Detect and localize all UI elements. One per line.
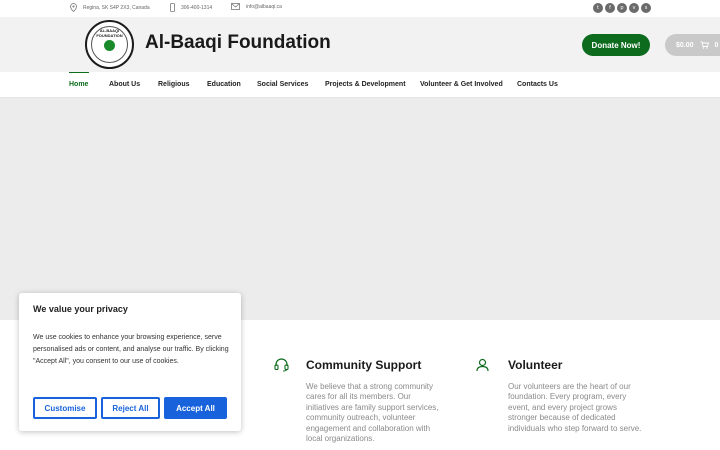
address-info: Regina, SK S4P 2X3, Canada: [70, 3, 150, 12]
cookie-consent-dialog: We value your privacy We use cookies to …: [19, 293, 241, 431]
cart-icon: [700, 41, 709, 49]
nav-about-us[interactable]: About Us: [109, 81, 140, 88]
top-bar: Regina, SK S4P 2X3, Canada 306-400-1314 …: [0, 0, 720, 17]
twitter-icon[interactable]: t: [593, 3, 603, 13]
cart-button[interactable]: $0.00 0: [665, 34, 720, 56]
cart-count: 0: [714, 41, 719, 49]
donate-button[interactable]: Donate Now!: [582, 34, 650, 56]
headset-icon: [274, 358, 289, 372]
cart-total: $0.00: [676, 41, 694, 49]
nav-volunteer[interactable]: Volunteer & Get Involved: [420, 81, 503, 88]
skype-icon[interactable]: s: [641, 3, 651, 13]
cookie-title: We value your privacy: [33, 304, 128, 314]
phone-info[interactable]: 306-400-1314: [170, 3, 212, 12]
nav-education[interactable]: Education: [207, 81, 241, 88]
phone-icon: [170, 3, 175, 12]
reject-all-button[interactable]: Reject All: [101, 397, 160, 419]
feature-title: Volunteer: [508, 358, 563, 372]
facebook-icon[interactable]: f: [605, 3, 615, 13]
nav-home[interactable]: Home: [69, 81, 88, 88]
accept-all-button[interactable]: Accept All: [164, 397, 227, 419]
feature-text: Our volunteers are the heart of our foun…: [508, 382, 642, 433]
envelope-icon: [231, 3, 240, 10]
main-nav: Home About Us Religious Education Social…: [0, 72, 720, 98]
active-indicator: [69, 72, 89, 73]
cookie-body: We use cookies to enhance your browsing …: [33, 334, 229, 365]
location-pin-icon: [70, 3, 77, 12]
email-info[interactable]: info@albaaqi.ca: [231, 3, 282, 10]
hero-banner: [0, 98, 720, 320]
site-brand[interactable]: Al-Baaqi Foundation: [145, 32, 331, 54]
logo-text: AL-BAAQI FOUNDATION: [96, 28, 123, 38]
user-icon: [476, 358, 489, 372]
social-links: t f p v s: [593, 3, 651, 13]
phone-text[interactable]: 306-400-1314: [181, 5, 212, 11]
vimeo-icon[interactable]: v: [629, 3, 639, 13]
feature-text: We believe that a strong community cares…: [306, 382, 439, 444]
nav-religious[interactable]: Religious: [158, 81, 190, 88]
nav-projects-development[interactable]: Projects & Development: [325, 81, 406, 88]
nav-contacts-us[interactable]: Contacts Us: [517, 81, 558, 88]
foundation-logo[interactable]: AL-BAAQI FOUNDATION: [85, 20, 134, 69]
logo-emblem: [104, 40, 115, 51]
address-text: Regina, SK S4P 2X3, Canada: [83, 4, 150, 11]
nav-social-services[interactable]: Social Services: [257, 81, 308, 88]
pinterest-icon[interactable]: p: [617, 3, 627, 13]
feature-title: Community Support: [306, 358, 422, 372]
email-text[interactable]: info@albaaqi.ca: [246, 4, 282, 10]
customise-button[interactable]: Customise: [33, 397, 97, 419]
